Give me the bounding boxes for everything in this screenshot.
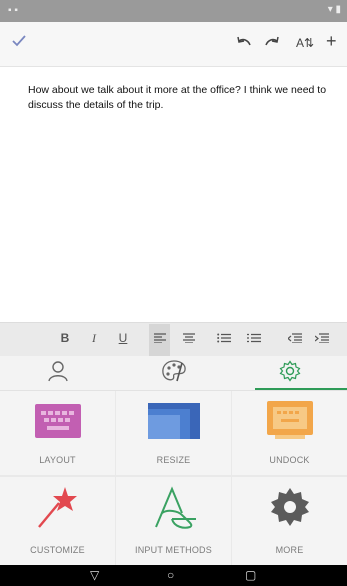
tile-input-methods[interactable]: INPUT METHODS bbox=[116, 477, 231, 565]
nav-recents-button[interactable]: ▢ bbox=[245, 568, 256, 582]
nav-back-button[interactable]: ▽ bbox=[90, 568, 99, 582]
editor-area[interactable]: How about we talk about it more at the o… bbox=[0, 67, 347, 322]
tile-layout[interactable]: LAYOUT bbox=[0, 391, 115, 475]
gear-icon bbox=[279, 359, 301, 387]
tile-label-layout: LAYOUT bbox=[39, 455, 76, 465]
italic-button[interactable]: I bbox=[84, 331, 104, 346]
tile-label-more: MORE bbox=[275, 545, 304, 555]
nav-home-button[interactable]: ○ bbox=[167, 568, 174, 582]
status-right-glyphs: ▾ ▮ bbox=[327, 4, 341, 15]
tile-more[interactable]: MORE bbox=[232, 477, 347, 565]
person-icon bbox=[47, 360, 69, 387]
keyboard-layout-icon bbox=[34, 403, 81, 443]
magic-wand-icon bbox=[35, 485, 81, 534]
settings-grid: LAYOUT RESIZE UNDOCK CUSTOMIZE INPUT MET… bbox=[0, 391, 347, 565]
system-nav-bar: ▽ ○ ▢ bbox=[0, 565, 347, 586]
align-left-icon[interactable] bbox=[150, 332, 170, 346]
editor-toolbar: A⇅ + bbox=[0, 22, 347, 67]
status-left-glyphs: ▪ ▪ bbox=[8, 5, 18, 16]
tile-label-input-methods: INPUT METHODS bbox=[135, 545, 212, 555]
align-center-icon[interactable] bbox=[179, 332, 199, 346]
active-tab-indicator bbox=[255, 388, 347, 390]
tile-label-resize: RESIZE bbox=[156, 455, 191, 465]
keyboard-tab-bar bbox=[0, 356, 347, 391]
bullets-icon[interactable] bbox=[214, 332, 234, 346]
format-bar: B I U bbox=[0, 322, 347, 357]
bold-button[interactable]: B bbox=[55, 331, 75, 345]
checkmark-icon[interactable] bbox=[12, 34, 26, 52]
resize-icon bbox=[147, 402, 200, 444]
numbering-icon[interactable] bbox=[244, 332, 264, 346]
palette-icon bbox=[161, 359, 187, 388]
tab-settings[interactable] bbox=[232, 356, 347, 390]
tile-label-undock: UNDOCK bbox=[269, 455, 310, 465]
indent-decrease-icon[interactable] bbox=[285, 332, 305, 346]
tile-label-customize: CUSTOMIZE bbox=[30, 545, 85, 555]
underline-button[interactable]: U bbox=[113, 331, 133, 345]
undo-icon[interactable] bbox=[236, 34, 252, 51]
status-bar: ▪ ▪ ▾ ▮ bbox=[0, 0, 347, 22]
editor-text[interactable]: How about we talk about it more at the o… bbox=[28, 83, 333, 113]
undock-icon bbox=[266, 400, 313, 446]
tile-resize[interactable]: RESIZE bbox=[116, 391, 231, 475]
redo-icon[interactable] bbox=[264, 34, 280, 51]
tab-themes[interactable] bbox=[116, 356, 231, 390]
font-size-button[interactable]: A⇅ bbox=[296, 36, 314, 50]
input-methods-icon bbox=[150, 485, 198, 534]
tab-account[interactable] bbox=[0, 356, 115, 390]
gear-icon bbox=[269, 486, 311, 533]
indent-increase-icon[interactable] bbox=[312, 332, 332, 346]
add-button[interactable]: + bbox=[326, 31, 337, 52]
tile-customize[interactable]: CUSTOMIZE bbox=[0, 477, 115, 565]
tile-undock[interactable]: UNDOCK bbox=[232, 391, 347, 475]
